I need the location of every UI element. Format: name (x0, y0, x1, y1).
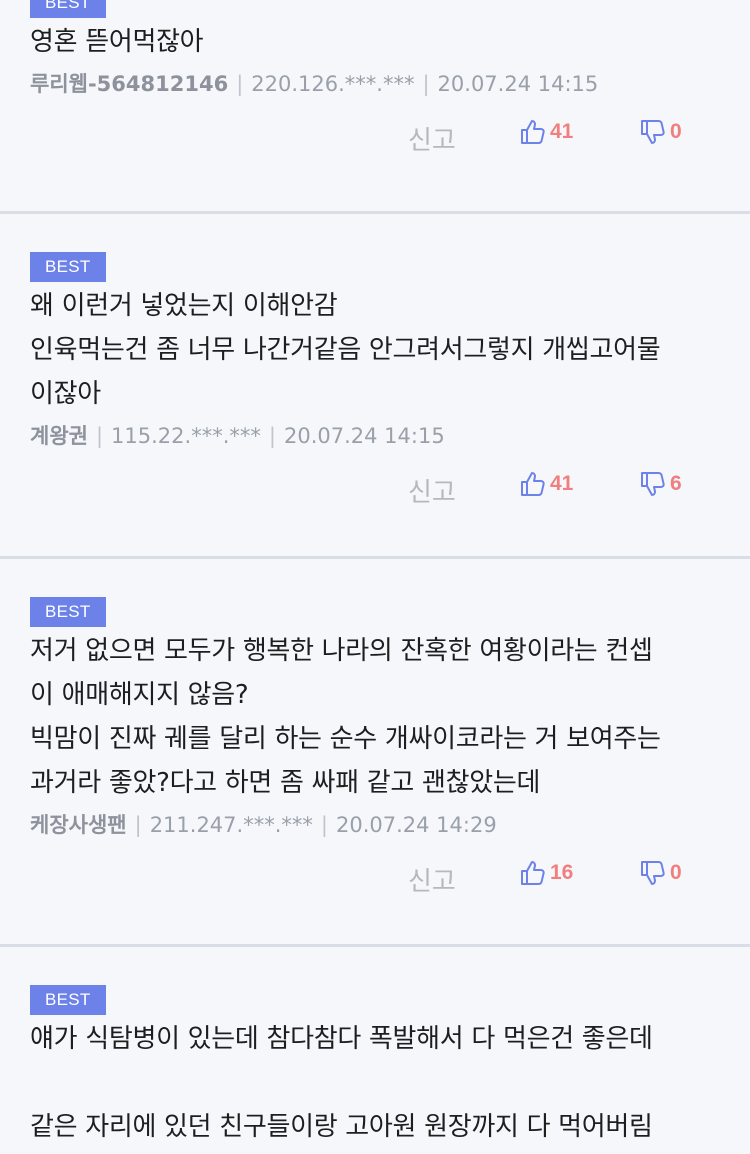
dislike-count: 0 (670, 120, 682, 143)
comment-text-line: 과거라 좋았?다고 하면 좀 싸패 같고 괜찮았는데 (30, 768, 541, 798)
comment-meta: 계왕권 | 115.22.***.*** | 20.07.24 14:15 (30, 422, 730, 450)
comment-item: BEST 왜 이런거 넣었는지 이해안감 인육먹는건 좀 너무 나간거같음 안그… (0, 214, 750, 559)
thumbs-down-icon (641, 120, 665, 144)
thumbs-up-icon (521, 120, 545, 144)
comment-text-line (30, 1061, 730, 1105)
meta-divider: | (95, 424, 104, 448)
like-count: 41 (550, 120, 574, 143)
thumbs-up-icon (521, 472, 545, 496)
best-badge: BEST (30, 252, 106, 282)
comment-author[interactable]: 계왕권 (30, 424, 88, 448)
comment-text-line: 얘가 식탐병이 있는데 참다참다 폭발해서 다 먹은건 좋은데 (30, 1024, 653, 1054)
meta-divider: | (320, 813, 328, 837)
meta-divider: | (134, 813, 142, 837)
comment-text-line: 저거 없으면 모두가 행복한 나라의 잔혹한 여황이라는 컨셉 (30, 636, 653, 666)
dislike-count: 6 (670, 472, 682, 495)
like-button[interactable]: 41 (520, 118, 573, 146)
comment-text-line: 인육먹는건 좀 너무 나간거같음 안그려서그렇지 개씹고어물 (30, 335, 661, 365)
comment-author[interactable]: 케장사생팬 (30, 813, 127, 837)
dislike-button[interactable]: 0 (640, 859, 682, 887)
comment-body: 저거 없으면 모두가 행복한 나라의 잔혹한 여황이라는 컨셉 이 애매해지지 … (30, 629, 730, 805)
dislike-button[interactable]: 0 (640, 118, 682, 146)
meta-divider: | (422, 72, 430, 96)
comment-text-line: 이 애매해지지 않음? (30, 680, 249, 710)
best-badge: BEST (30, 0, 106, 18)
comment-body: 왜 이런거 넣었는지 이해안감 인육먹는건 좀 너무 나간거같음 안그려서그렇지… (30, 284, 730, 416)
comment-actions: 신고 41 6 (30, 450, 730, 532)
like-button[interactable]: 16 (520, 859, 573, 887)
comment-item: BEST 저거 없으면 모두가 행복한 나라의 잔혹한 여황이라는 컨셉 이 애… (0, 559, 750, 947)
comment-meta: 케장사생팬 | 211.247.***.*** | 20.07.24 14:29 (30, 811, 730, 839)
dislike-button[interactable]: 6 (640, 470, 682, 498)
report-button[interactable]: 신고 (408, 120, 456, 157)
best-badge: BEST (30, 985, 106, 1015)
comment-text-line: 영혼 뜯어먹잖아 (30, 27, 204, 57)
comment-text-line: 같은 자리에 있던 친구들이랑 고아원 원장까지 다 먹어버림 (30, 1112, 653, 1142)
comment-item: BEST 얘가 식탐병이 있는데 참다참다 폭발해서 다 먹은건 좋은데 같은 … (0, 947, 750, 1149)
report-button[interactable]: 신고 (408, 472, 456, 509)
comment-date: 20.07.24 14:15 (437, 72, 599, 96)
comment-text-line: 왜 이런거 넣었는지 이해안감 (30, 291, 338, 321)
comment-actions: 신고 16 0 (30, 839, 730, 921)
comment-body: 영혼 뜯어먹잖아 (30, 20, 730, 64)
comment-body: 얘가 식탐병이 있는데 참다참다 폭발해서 다 먹은건 좋은데 같은 자리에 있… (30, 1017, 730, 1149)
best-badge: BEST (30, 597, 106, 627)
thumbs-down-icon (641, 472, 665, 496)
thumbs-up-icon (521, 861, 545, 885)
comment-text-line: 빅맘이 진짜 궤를 달리 하는 순수 개싸이코라는 거 보여주는 (30, 724, 661, 754)
dislike-count: 0 (670, 861, 682, 884)
comment-list: BEST 영혼 뜯어먹잖아 루리웹-564812146 | 220.126.***.… (0, 0, 750, 1149)
comment-date: 20.07.24 14:29 (335, 813, 497, 837)
meta-divider: | (236, 72, 244, 96)
thumbs-down-icon (641, 861, 665, 885)
comment-text-line: 이잖아 (30, 379, 101, 409)
comment-item: BEST 영혼 뜯어먹잖아 루리웹-564812146 | 220.126.***.… (0, 0, 750, 214)
comment-ip: 220.126.***.*** (251, 72, 415, 96)
like-count: 16 (550, 861, 574, 884)
comment-date: 20.07.24 14:15 (283, 424, 445, 448)
comment-author[interactable]: 루리웹-564812146 (30, 72, 228, 96)
report-button[interactable]: 신고 (408, 861, 456, 898)
meta-divider: | (268, 424, 276, 448)
comment-actions: 신고 41 0 (30, 98, 730, 180)
like-count: 41 (550, 472, 574, 495)
comment-ip: 115.22.***.*** (111, 424, 261, 448)
like-button[interactable]: 41 (520, 470, 573, 498)
comment-meta: 루리웹-564812146 | 220.126.***.*** | 20.07.24 1… (30, 70, 730, 98)
comment-ip: 211.247.***.*** (149, 813, 313, 837)
